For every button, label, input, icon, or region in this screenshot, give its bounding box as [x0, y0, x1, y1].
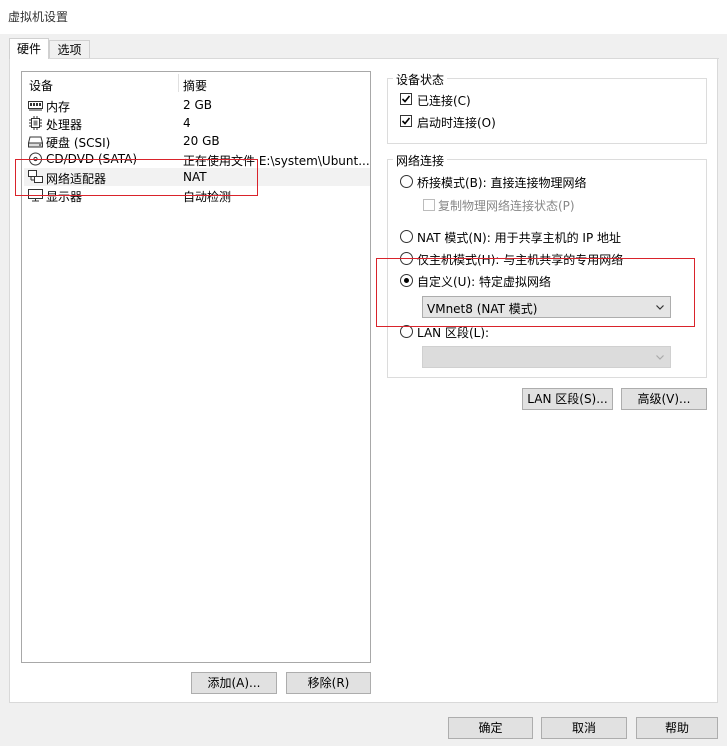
- device-row-network-adapter[interactable]: 网络适配器 NAT: [24, 168, 370, 186]
- custom-radio[interactable]: [400, 274, 413, 287]
- column-separator[interactable]: [178, 74, 179, 92]
- lan-segment-radio[interactable]: [400, 325, 413, 338]
- device-list[interactable]: 设备 摘要 内存 2 GB 处理器 4 硬盘 (SCSI) 20 GB CD/D…: [21, 71, 371, 663]
- bridged-label[interactable]: 桥接模式(B): 直接连接物理网络: [417, 174, 586, 191]
- device-list-header: 设备 摘要: [22, 72, 370, 94]
- column-header-summary[interactable]: 摘要: [183, 77, 207, 94]
- host-only-radio[interactable]: [400, 252, 413, 265]
- device-name: 显示器: [46, 190, 83, 204]
- window-title: 虚拟机设置: [8, 10, 69, 24]
- add-device-button[interactable]: 添加(A)...: [191, 672, 277, 694]
- tab-hardware[interactable]: 硬件: [9, 38, 49, 60]
- tab-options[interactable]: 选项: [49, 40, 90, 59]
- host-only-label[interactable]: 仅主机模式(H): 与主机共享的专用网络: [417, 251, 623, 268]
- device-summary: 20 GB: [183, 134, 220, 148]
- device-summary: 4: [183, 116, 191, 130]
- chevron-down-icon: [656, 305, 664, 310]
- device-row-display[interactable]: 显示器 自动检测: [24, 186, 370, 204]
- connected-label[interactable]: 已连接(C): [417, 92, 471, 109]
- harddisk-icon: [28, 136, 43, 148]
- lan-segment-select[interactable]: [422, 346, 671, 368]
- nat-radio[interactable]: [400, 230, 413, 243]
- cancel-button[interactable]: 取消: [541, 717, 627, 739]
- nat-label[interactable]: NAT 模式(N): 用于共享主机的 IP 地址: [417, 229, 621, 246]
- chevron-down-icon: [656, 355, 664, 360]
- device-name: 内存: [46, 100, 71, 114]
- advanced-button[interactable]: 高级(V)...: [621, 388, 707, 410]
- lan-segments-button[interactable]: LAN 区段(S)...: [522, 388, 613, 410]
- remove-device-button[interactable]: 移除(R): [286, 672, 371, 694]
- radio-selected-dot: [404, 278, 409, 283]
- custom-network-select[interactable]: VMnet8 (NAT 模式): [422, 296, 671, 318]
- device-name: CD/DVD (SATA): [46, 152, 138, 166]
- device-row-harddisk[interactable]: 硬盘 (SCSI) 20 GB: [24, 132, 370, 150]
- bridged-radio[interactable]: [400, 175, 413, 188]
- network-connection-title: 网络连接: [393, 152, 448, 169]
- ok-button[interactable]: 确定: [448, 717, 533, 739]
- device-summary: 自动检测: [183, 190, 232, 204]
- checkmark-icon: [401, 117, 411, 125]
- cpu-icon: [29, 116, 42, 130]
- title-bar: 虚拟机设置: [0, 0, 727, 34]
- custom-network-value: VMnet8 (NAT 模式): [427, 302, 538, 316]
- device-name: 硬盘 (SCSI): [46, 136, 111, 150]
- device-row-cd-dvd[interactable]: CD/DVD (SATA) 正在使用文件 E:\system\Ubunt...: [24, 150, 370, 168]
- network-adapter-icon: [28, 170, 43, 183]
- help-button[interactable]: 帮助: [636, 717, 718, 739]
- replicate-state-label[interactable]: 复制物理网络连接状态(P): [438, 197, 575, 214]
- connected-checkbox[interactable]: [400, 93, 412, 105]
- device-summary: 正在使用文件 E:\system\Ubunt...: [183, 154, 370, 168]
- display-icon: [28, 189, 43, 202]
- device-name: 处理器: [46, 118, 83, 132]
- device-status-title: 设备状态: [393, 71, 448, 88]
- device-summary: NAT: [183, 170, 207, 184]
- custom-label[interactable]: 自定义(U): 特定虚拟网络: [417, 273, 551, 290]
- cd-dvd-icon: [29, 152, 42, 166]
- device-row-memory[interactable]: 内存 2 GB: [24, 96, 370, 114]
- connect-on-power-label[interactable]: 启动时连接(O): [417, 114, 496, 131]
- device-summary: 2 GB: [183, 98, 212, 112]
- connect-on-power-checkbox[interactable]: [400, 115, 412, 127]
- memory-icon: [28, 101, 43, 111]
- lan-segment-label[interactable]: LAN 区段(L):: [417, 324, 489, 341]
- checkmark-icon: [401, 95, 411, 103]
- replicate-state-checkbox[interactable]: [423, 199, 435, 211]
- device-name: 网络适配器: [46, 172, 107, 186]
- device-row-processor[interactable]: 处理器 4: [24, 114, 370, 132]
- column-header-device[interactable]: 设备: [29, 77, 53, 94]
